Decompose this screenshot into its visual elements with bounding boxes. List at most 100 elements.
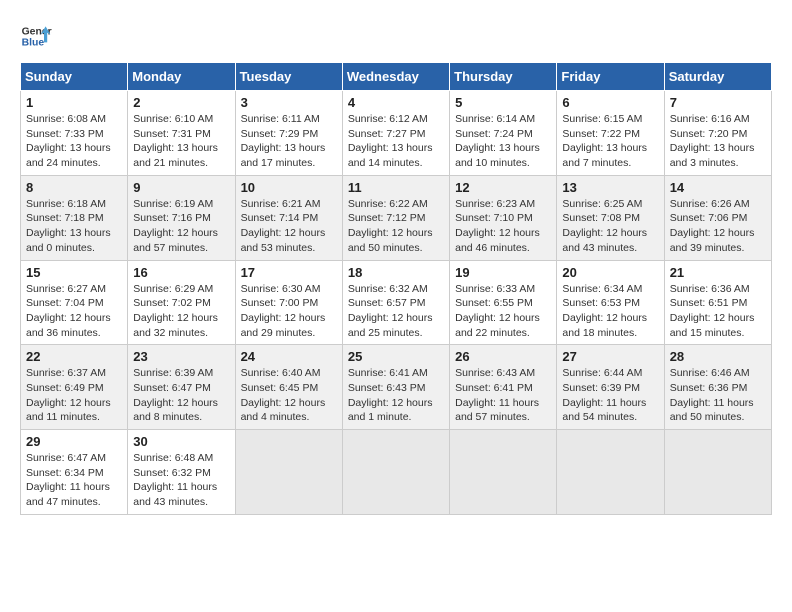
- calendar-cell: 9 Sunrise: 6:19 AM Sunset: 7:16 PM Daylig…: [128, 175, 235, 260]
- weekday-header-friday: Friday: [557, 63, 664, 91]
- calendar-cell: 28 Sunrise: 6:46 AM Sunset: 6:36 PM Dayli…: [664, 345, 771, 430]
- day-info: Sunrise: 6:33 AM Sunset: 6:55 PM Dayligh…: [455, 282, 551, 341]
- calendar-cell: [342, 430, 449, 515]
- day-number: 26: [455, 349, 551, 364]
- day-number: 14: [670, 180, 766, 195]
- header: General Blue: [20, 20, 772, 52]
- calendar-cell: 29Sunrise: 6:47 AM Sunset: 6:34 PM Dayli…: [21, 430, 128, 515]
- day-number: 15: [26, 265, 122, 280]
- day-number: 16: [133, 265, 229, 280]
- day-info: Sunrise: 6:37 AM Sunset: 6:49 PM Dayligh…: [26, 366, 122, 425]
- week-row-4: 22 Sunrise: 6:37 AM Sunset: 6:49 PM Dayli…: [21, 345, 772, 430]
- calendar-cell: 26 Sunrise: 6:43 AM Sunset: 6:41 PM Dayli…: [450, 345, 557, 430]
- calendar-cell: 25 Sunrise: 6:41 AM Sunset: 6:43 PM Dayli…: [342, 345, 449, 430]
- day-info: Sunrise: 6:19 AM Sunset: 7:16 PM Dayligh…: [133, 197, 229, 256]
- week-row-2: 8 Sunrise: 6:18 AM Sunset: 7:18 PM Daylig…: [21, 175, 772, 260]
- calendar-cell: 21Sunrise: 6:36 AM Sunset: 6:51 PM Dayli…: [664, 260, 771, 345]
- weekday-header-thursday: Thursday: [450, 63, 557, 91]
- calendar-cell: 10 Sunrise: 6:21 AM Sunset: 7:14 PM Dayli…: [235, 175, 342, 260]
- day-info: Sunrise: 6:26 AM Sunset: 7:06 PM Dayligh…: [670, 197, 766, 256]
- day-info: Sunrise: 6:36 AM Sunset: 6:51 PM Dayligh…: [670, 282, 766, 341]
- day-info: Sunrise: 6:12 AM Sunset: 7:27 PM Dayligh…: [348, 112, 444, 171]
- day-info: Sunrise: 6:27 AM Sunset: 7:04 PM Dayligh…: [26, 282, 122, 341]
- day-number: 30: [133, 434, 229, 449]
- day-info: Sunrise: 6:44 AM Sunset: 6:39 PM Dayligh…: [562, 366, 658, 425]
- calendar-cell: 6 Sunrise: 6:15 AM Sunset: 7:22 PM Daylig…: [557, 91, 664, 176]
- day-number: 1: [26, 95, 122, 110]
- day-number: 8: [26, 180, 122, 195]
- day-info: Sunrise: 6:08 AM Sunset: 7:33 PM Dayligh…: [26, 112, 122, 171]
- calendar-cell: 12 Sunrise: 6:23 AM Sunset: 7:10 PM Dayli…: [450, 175, 557, 260]
- day-number: 11: [348, 180, 444, 195]
- day-number: 19: [455, 265, 551, 280]
- day-number: 25: [348, 349, 444, 364]
- calendar-cell: 3Sunrise: 6:11 AM Sunset: 7:29 PM Daylig…: [235, 91, 342, 176]
- day-info: Sunrise: 6:32 AM Sunset: 6:57 PM Dayligh…: [348, 282, 444, 341]
- day-info: Sunrise: 6:39 AM Sunset: 6:47 PM Dayligh…: [133, 366, 229, 425]
- weekday-header-tuesday: Tuesday: [235, 63, 342, 91]
- day-number: 2: [133, 95, 229, 110]
- weekday-header-saturday: Saturday: [664, 63, 771, 91]
- day-number: 20: [562, 265, 658, 280]
- day-number: 23: [133, 349, 229, 364]
- day-number: 4: [348, 95, 444, 110]
- day-number: 9: [133, 180, 229, 195]
- day-info: Sunrise: 6:21 AM Sunset: 7:14 PM Dayligh…: [241, 197, 337, 256]
- calendar-cell: 16 Sunrise: 6:29 AM Sunset: 7:02 PM Dayli…: [128, 260, 235, 345]
- calendar-cell: 2 Sunrise: 6:10 AM Sunset: 7:31 PM Daylig…: [128, 91, 235, 176]
- day-info: Sunrise: 6:14 AM Sunset: 7:24 PM Dayligh…: [455, 112, 551, 171]
- calendar-cell: 7Sunrise: 6:16 AM Sunset: 7:20 PM Daylig…: [664, 91, 771, 176]
- day-number: 3: [241, 95, 337, 110]
- day-number: 13: [562, 180, 658, 195]
- day-info: Sunrise: 6:41 AM Sunset: 6:43 PM Dayligh…: [348, 366, 444, 425]
- day-info: Sunrise: 6:30 AM Sunset: 7:00 PM Dayligh…: [241, 282, 337, 341]
- calendar-cell: 14 Sunrise: 6:26 AM Sunset: 7:06 PM Dayli…: [664, 175, 771, 260]
- calendar-cell: 4 Sunrise: 6:12 AM Sunset: 7:27 PM Daylig…: [342, 91, 449, 176]
- calendar-cell: 20 Sunrise: 6:34 AM Sunset: 6:53 PM Dayli…: [557, 260, 664, 345]
- logo: General Blue: [20, 20, 52, 52]
- calendar-cell: [235, 430, 342, 515]
- day-number: 7: [670, 95, 766, 110]
- day-info: Sunrise: 6:29 AM Sunset: 7:02 PM Dayligh…: [133, 282, 229, 341]
- calendar-cell: 24Sunrise: 6:40 AM Sunset: 6:45 PM Dayli…: [235, 345, 342, 430]
- svg-text:Blue: Blue: [22, 38, 45, 49]
- week-row-3: 15 Sunrise: 6:27 AM Sunset: 7:04 PM Dayli…: [21, 260, 772, 345]
- calendar-cell: [450, 430, 557, 515]
- day-number: 24: [241, 349, 337, 364]
- calendar-cell: 19 Sunrise: 6:33 AM Sunset: 6:55 PM Dayli…: [450, 260, 557, 345]
- day-number: 17: [241, 265, 337, 280]
- calendar-cell: 8 Sunrise: 6:18 AM Sunset: 7:18 PM Daylig…: [21, 175, 128, 260]
- day-number: 27: [562, 349, 658, 364]
- calendar-cell: 23 Sunrise: 6:39 AM Sunset: 6:47 PM Dayli…: [128, 345, 235, 430]
- calendar-cell: 27 Sunrise: 6:44 AM Sunset: 6:39 PM Dayli…: [557, 345, 664, 430]
- day-info: Sunrise: 6:15 AM Sunset: 7:22 PM Dayligh…: [562, 112, 658, 171]
- day-info: Sunrise: 6:25 AM Sunset: 7:08 PM Dayligh…: [562, 197, 658, 256]
- weekday-header-sunday: Sunday: [21, 63, 128, 91]
- calendar-cell: 15 Sunrise: 6:27 AM Sunset: 7:04 PM Dayli…: [21, 260, 128, 345]
- calendar-cell: [557, 430, 664, 515]
- weekday-header-row: SundayMondayTuesdayWednesdayThursdayFrid…: [21, 63, 772, 91]
- day-number: 10: [241, 180, 337, 195]
- day-number: 12: [455, 180, 551, 195]
- day-info: Sunrise: 6:46 AM Sunset: 6:36 PM Dayligh…: [670, 366, 766, 425]
- day-number: 29: [26, 434, 122, 449]
- day-info: Sunrise: 6:18 AM Sunset: 7:18 PM Dayligh…: [26, 197, 122, 256]
- general-blue-icon: General Blue: [20, 20, 52, 52]
- day-info: Sunrise: 6:48 AM Sunset: 6:32 PM Dayligh…: [133, 451, 229, 510]
- calendar-cell: 5 Sunrise: 6:14 AM Sunset: 7:24 PM Daylig…: [450, 91, 557, 176]
- day-number: 5: [455, 95, 551, 110]
- weekday-header-monday: Monday: [128, 63, 235, 91]
- calendar-cell: 1 Sunrise: 6:08 AM Sunset: 7:33 PM Daylig…: [21, 91, 128, 176]
- day-info: Sunrise: 6:43 AM Sunset: 6:41 PM Dayligh…: [455, 366, 551, 425]
- calendar-cell: 18Sunrise: 6:32 AM Sunset: 6:57 PM Dayli…: [342, 260, 449, 345]
- calendar-cell: 13 Sunrise: 6:25 AM Sunset: 7:08 PM Dayli…: [557, 175, 664, 260]
- week-row-5: 29Sunrise: 6:47 AM Sunset: 6:34 PM Dayli…: [21, 430, 772, 515]
- week-row-1: 1 Sunrise: 6:08 AM Sunset: 7:33 PM Daylig…: [21, 91, 772, 176]
- day-number: 6: [562, 95, 658, 110]
- day-number: 22: [26, 349, 122, 364]
- day-info: Sunrise: 6:34 AM Sunset: 6:53 PM Dayligh…: [562, 282, 658, 341]
- day-info: Sunrise: 6:23 AM Sunset: 7:10 PM Dayligh…: [455, 197, 551, 256]
- day-info: Sunrise: 6:10 AM Sunset: 7:31 PM Dayligh…: [133, 112, 229, 171]
- day-info: Sunrise: 6:22 AM Sunset: 7:12 PM Dayligh…: [348, 197, 444, 256]
- day-number: 28: [670, 349, 766, 364]
